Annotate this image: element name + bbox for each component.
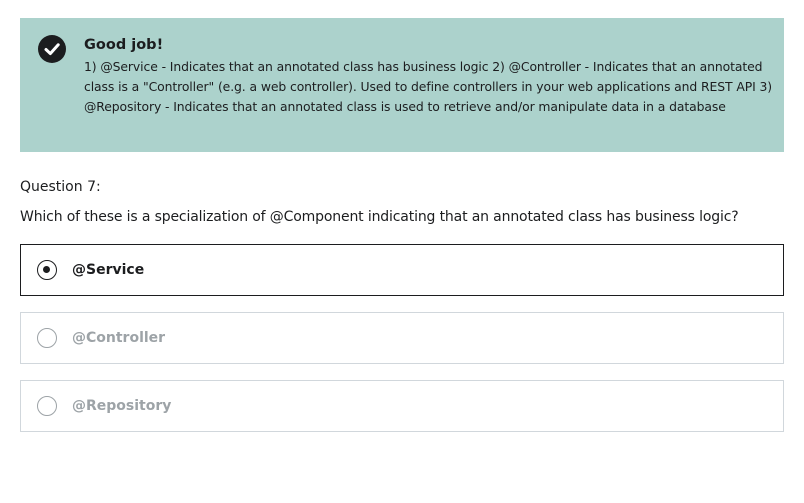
answer-option-label: @Repository [72, 398, 172, 414]
answer-option-controller[interactable]: @Controller [20, 312, 784, 364]
question-number: Question 7: [20, 179, 101, 195]
quiz-page: Good job! 1) @Service - Indicates that a… [0, 0, 804, 503]
check-circle-icon [38, 35, 66, 63]
radio-unselected-icon[interactable] [37, 328, 57, 348]
alert-explanation: 1) @Service - Indicates that an annotate… [84, 59, 772, 114]
radio-selected-icon[interactable] [37, 260, 57, 280]
radio-unselected-icon[interactable] [37, 396, 57, 416]
answer-option-repository[interactable]: @Repository [20, 380, 784, 432]
answer-option-label: @Service [72, 262, 145, 278]
success-alert: Good job! 1) @Service - Indicates that a… [20, 18, 784, 152]
question-text: Which of these is a specialization of @C… [20, 209, 739, 225]
answer-option-service[interactable]: @Service [20, 244, 784, 296]
alert-title: Good job! [84, 37, 164, 53]
answer-option-label: @Controller [72, 330, 166, 346]
